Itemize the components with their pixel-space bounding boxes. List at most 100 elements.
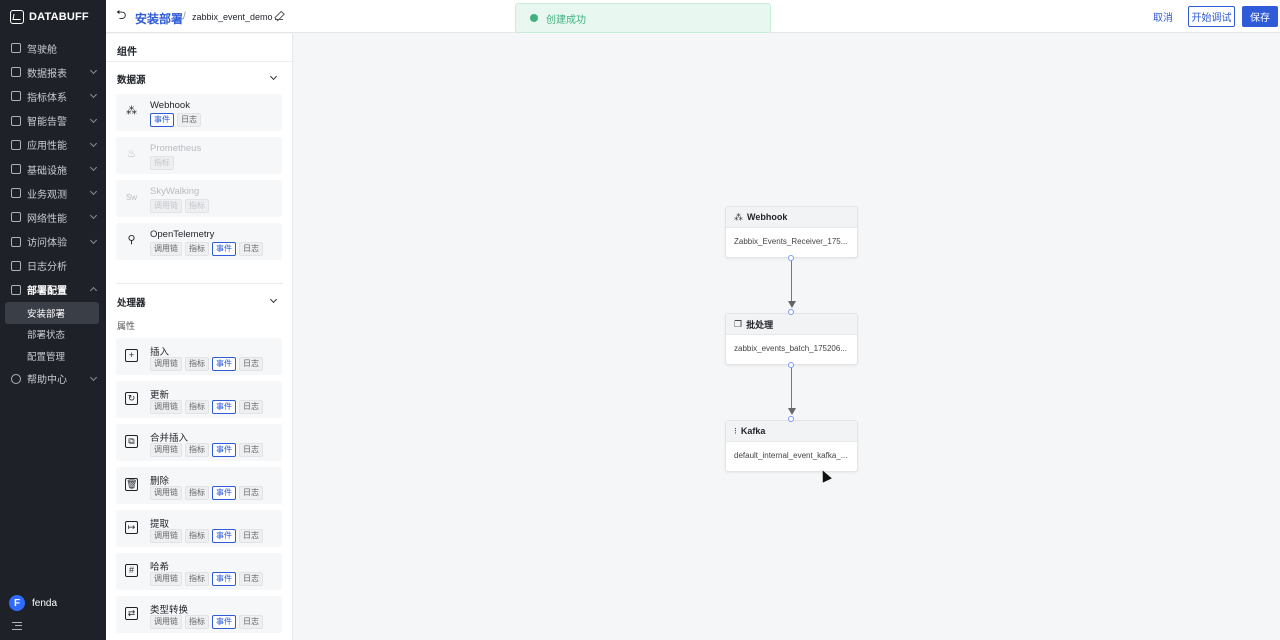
- nav-item-report[interactable]: 数据报表: [0, 60, 106, 84]
- data-type-tag[interactable]: 调用链: [150, 615, 182, 629]
- nav-item-label: 网络性能: [27, 213, 67, 225]
- data-type-tag[interactable]: 指标: [185, 400, 209, 414]
- data-type-tag[interactable]: 事件: [212, 572, 236, 586]
- business-icon: [11, 188, 21, 199]
- nav-item-network[interactable]: 网络性能: [0, 205, 106, 229]
- data-type-tag[interactable]: 事件: [212, 242, 236, 256]
- data-type-tag[interactable]: 事件: [150, 113, 174, 127]
- input-port[interactable]: [788, 416, 794, 422]
- data-type-tag[interactable]: 调用链: [150, 199, 182, 213]
- data-type-tag[interactable]: 事件: [212, 400, 236, 414]
- data-type-tag[interactable]: 调用链: [150, 242, 182, 256]
- data-type-tag[interactable]: 指标: [185, 443, 209, 457]
- data-type-tag[interactable]: 事件: [212, 529, 236, 543]
- processor-card-update[interactable]: ↻ 更新 调用链 指标 事件 日志: [116, 381, 282, 418]
- nav-subitem[interactable]: 安装部署: [5, 302, 99, 324]
- collapse-sidebar-icon[interactable]: [12, 622, 22, 630]
- app-logo[interactable]: DATABUFF: [0, 0, 106, 34]
- processor-card-type-convert[interactable]: ⇄ 类型转换 调用链 指标 事件 日志: [116, 596, 282, 633]
- data-sources-section-title[interactable]: 数据源: [117, 72, 146, 86]
- data-type-tag[interactable]: 指标: [185, 486, 209, 500]
- nav-item-alert[interactable]: 智能告警: [0, 109, 106, 133]
- breadcrumb-parent[interactable]: 安装部署: [135, 10, 183, 27]
- opentelemetry-icon: ⚲: [127, 234, 136, 246]
- nav-subitem[interactable]: 部署状态: [5, 324, 99, 346]
- nav-item-metrics[interactable]: 指标体系: [0, 84, 106, 108]
- pipeline-name: zabbix_event_demo: [192, 12, 273, 22]
- nav-item-dashboard[interactable]: 驾驶舱: [0, 36, 106, 60]
- data-type-tag[interactable]: 日志: [239, 443, 263, 457]
- chevron-down-icon[interactable]: [269, 72, 278, 81]
- processor-card-hash[interactable]: # 哈希 调用链 指标 事件 日志: [116, 553, 282, 590]
- data-type-tag[interactable]: 日志: [177, 113, 201, 127]
- processor-card-delete[interactable]: 🗑 删除 调用链 指标 事件 日志: [116, 467, 282, 504]
- processor-card-merge-insert[interactable]: ⧉ 合并插入 调用链 指标 事件 日志: [116, 424, 282, 461]
- processor-name: 删除: [150, 476, 170, 487]
- alert-icon: [11, 115, 21, 126]
- save-button[interactable]: 保存: [1242, 6, 1278, 27]
- data-type-tag[interactable]: 指标: [185, 357, 209, 371]
- chevron-down-icon[interactable]: [269, 295, 278, 304]
- nav-item-experience[interactable]: 访问体验: [0, 230, 106, 254]
- data-type-tag[interactable]: 调用链: [150, 400, 182, 414]
- edit-name-icon[interactable]: [275, 12, 283, 20]
- tag-group: 调用链 指标 事件 日志: [150, 400, 263, 414]
- user-name: fenda: [32, 597, 58, 609]
- top-bar: ⮌ 安装部署 / zabbix_event_demo 创建成功 取消 开始调试 …: [106, 0, 1280, 33]
- data-type-tag[interactable]: 调用链: [150, 443, 182, 457]
- data-type-tag[interactable]: 事件: [212, 615, 236, 629]
- source-card-skywalking: Sw SkyWalking 调用链 指标: [116, 180, 282, 217]
- nav-item-help[interactable]: 帮助中心: [0, 367, 106, 391]
- user-profile[interactable]: F fenda: [9, 595, 57, 611]
- source-card-opentelemetry[interactable]: ⚲ OpenTelemetry 调用链 指标 事件 日志: [116, 223, 282, 260]
- tag-group: 指标: [150, 156, 174, 170]
- data-type-tag[interactable]: 指标: [185, 529, 209, 543]
- nav-item-apm[interactable]: 应用性能: [0, 133, 106, 157]
- data-type-tag[interactable]: 调用链: [150, 529, 182, 543]
- nav-item-label: 基础设施: [27, 165, 67, 177]
- data-type-tag[interactable]: 日志: [239, 400, 263, 414]
- data-type-tag[interactable]: 指标: [185, 242, 209, 256]
- processor-card-extract[interactable]: ↦ 提取 调用链 指标 事件 日志: [116, 510, 282, 547]
- data-type-tag[interactable]: 指标: [150, 156, 174, 170]
- pipeline-canvas[interactable]: ⁂ Webhook Zabbix_Events_Receiver_175... ❐ 批处…: [294, 34, 1280, 640]
- data-type-tag[interactable]: 指标: [185, 615, 209, 629]
- pipeline-node-webhook[interactable]: ⁂ Webhook Zabbix_Events_Receiver_175...: [725, 206, 858, 258]
- component-panel: 组件 数据源 ⁂ Webhook 事件 日志 ♨ Prometheus 指标 Sw SkyWal…: [106, 34, 293, 640]
- insert-icon: +: [125, 349, 138, 362]
- data-type-tag[interactable]: 事件: [212, 486, 236, 500]
- pipeline-node-batch[interactable]: ❐ 批处理 zabbix_events_batch_175206...: [725, 313, 858, 365]
- data-type-tag[interactable]: 调用链: [150, 357, 182, 371]
- nav-item-deploy[interactable]: 部署配置: [0, 278, 106, 302]
- nav-subitem[interactable]: 配置管理: [5, 345, 99, 367]
- data-type-tag[interactable]: 日志: [239, 357, 263, 371]
- input-port[interactable]: [788, 309, 794, 315]
- processor-card-insert[interactable]: + 插入 调用链 指标 事件 日志: [116, 338, 282, 375]
- tag-group: 调用链 指标 事件 日志: [150, 486, 263, 500]
- nav-item-log[interactable]: 日志分析: [0, 254, 106, 278]
- data-type-tag[interactable]: 事件: [212, 357, 236, 371]
- data-type-tag[interactable]: 调用链: [150, 486, 182, 500]
- data-type-tag[interactable]: 指标: [185, 199, 209, 213]
- chevron-down-icon: [89, 212, 98, 220]
- pipeline-node-kafka[interactable]: ⁝ Kafka default_internal_event_kafka_...: [725, 420, 858, 472]
- data-type-tag[interactable]: 日志: [239, 615, 263, 629]
- data-type-tag[interactable]: 日志: [239, 242, 263, 256]
- back-icon[interactable]: ⮌: [116, 8, 127, 21]
- data-type-tag[interactable]: 指标: [185, 572, 209, 586]
- cancel-button[interactable]: 取消: [1153, 9, 1173, 24]
- tag-group: 调用链 指标 事件 日志: [150, 242, 263, 256]
- processors-section-title[interactable]: 处理器: [117, 295, 146, 309]
- nav-item-business[interactable]: 业务观测: [0, 181, 106, 205]
- processors-sublabel: 属性: [117, 321, 136, 331]
- start-debug-button[interactable]: 开始调试: [1188, 6, 1235, 27]
- tag-group: 调用链 指标 事件 日志: [150, 572, 263, 586]
- source-card-webhook[interactable]: ⁂ Webhook 事件 日志: [116, 94, 282, 131]
- data-type-tag[interactable]: 日志: [239, 529, 263, 543]
- data-type-tag[interactable]: 日志: [239, 572, 263, 586]
- data-type-tag[interactable]: 调用链: [150, 572, 182, 586]
- data-type-tag[interactable]: 事件: [212, 443, 236, 457]
- data-type-tag[interactable]: 日志: [239, 486, 263, 500]
- nav-item-infra[interactable]: 基础设施: [0, 157, 106, 181]
- source-name: SkyWalking: [150, 186, 200, 197]
